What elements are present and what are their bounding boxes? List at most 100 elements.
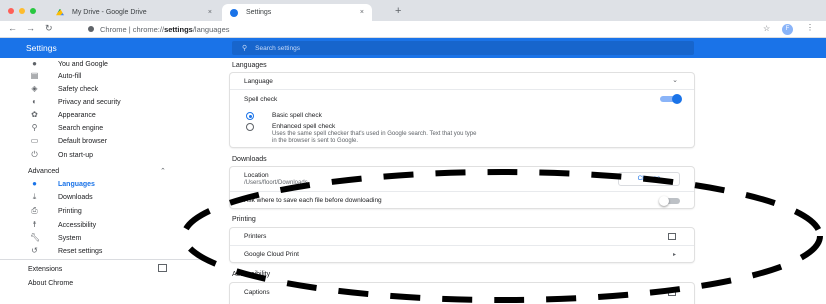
- printer-icon: ⎙: [31, 206, 38, 215]
- url-path: /languages: [192, 24, 230, 34]
- settings-gear-icon: [230, 8, 238, 17]
- external-link-icon[interactable]: [668, 289, 676, 296]
- section-title-accessibility: Accessibility: [232, 271, 271, 278]
- spell-check-label: Spell check: [244, 96, 278, 103]
- section-title-languages: Languages: [232, 62, 267, 69]
- language-row[interactable]: Language ⌄: [230, 73, 694, 89]
- language-label: Language: [244, 78, 273, 85]
- close-tab-icon[interactable]: ×: [208, 9, 212, 16]
- back-arrow-icon[interactable]: ←: [8, 23, 17, 33]
- browser-icon: ▭: [30, 136, 39, 145]
- sidebar-item-languages[interactable]: ● Languages: [0, 178, 200, 190]
- close-tab-icon[interactable]: ×: [360, 9, 364, 16]
- toolbar: ← → ↻ Chrome | chrome://settings/languag…: [0, 21, 826, 38]
- spell-check-row[interactable]: Spell check: [230, 89, 694, 107]
- search-input[interactable]: ⚲ Search settings: [232, 41, 694, 55]
- enhanced-spell-check-radio[interactable]: [246, 123, 254, 131]
- printing-card: Printers Google Cloud Print ▸: [230, 228, 694, 262]
- google-drive-icon: [56, 8, 64, 16]
- captions-label: Captions: [244, 289, 270, 296]
- captions-row[interactable]: Captions: [230, 283, 694, 300]
- ask-where-to-save-row[interactable]: Ask where to save each file before downl…: [230, 191, 694, 208]
- downloads-card: Location /Users/floort/Downloads Change …: [230, 167, 694, 208]
- sidebar-item-label: Default browser: [58, 137, 108, 145]
- url-scheme: Chrome | chrome://: [100, 24, 165, 34]
- minimize-window-icon[interactable]: [19, 8, 25, 14]
- shield-icon: ◈: [31, 84, 38, 93]
- basic-spell-check-label: Basic spell check: [272, 112, 322, 119]
- download-icon: ⤓: [32, 192, 37, 201]
- enhanced-spell-check-label: Enhanced spell check: [272, 123, 336, 130]
- sidebar-item-on-startup[interactable]: ⏻ On start-up: [0, 149, 200, 161]
- forward-arrow-icon[interactable]: →: [26, 23, 35, 33]
- sidebar-item-default-browser[interactable]: ▭ Default browser: [0, 135, 200, 147]
- sidebar-item-you-and-google[interactable]: ● You and Google: [0, 58, 200, 70]
- sidebar-item-label: You and Google: [58, 60, 108, 68]
- location-label: Location: [244, 172, 269, 179]
- profile-avatar[interactable]: F: [782, 24, 793, 35]
- printers-label: Printers: [244, 233, 267, 240]
- sidebar-item-reset-settings[interactable]: ↺ Reset settings: [0, 245, 200, 257]
- new-tab-button[interactable]: +: [395, 5, 401, 17]
- maximize-window-icon[interactable]: [30, 8, 36, 14]
- sidebar-item-search-engine[interactable]: ⚲ Search engine: [0, 122, 200, 134]
- sidebar-item-label: Appearance: [58, 111, 96, 119]
- section-title-downloads: Downloads: [232, 156, 267, 163]
- ask-where-to-save-toggle[interactable]: [659, 196, 680, 206]
- sidebar-item-label: Printing: [58, 207, 82, 215]
- settings-header: Settings ⚲ Search settings: [0, 38, 826, 58]
- clipboard-icon: ▤: [30, 71, 39, 80]
- shield-lock-icon: ◐: [32, 97, 37, 106]
- browser-tab-strip: My Drive - Google Drive × Settings × +: [0, 0, 826, 21]
- change-location-button[interactable]: Change: [618, 172, 680, 186]
- sidebar-item-appearance[interactable]: ✿ Appearance: [0, 109, 200, 121]
- enhanced-spell-check-description: Uses the same spell checker that's used …: [272, 131, 477, 137]
- chevron-up-icon[interactable]: ⌃: [160, 167, 166, 175]
- sidebar-item-about-chrome[interactable]: About Chrome: [28, 280, 73, 287]
- address-bar[interactable]: Chrome | chrome://settings/languages: [88, 23, 230, 35]
- sidebar-item-label: Privacy and security: [58, 98, 121, 106]
- chevron-down-icon[interactable]: ⌄: [672, 76, 678, 84]
- url-host: settings: [164, 24, 193, 34]
- sidebar-item-printing[interactable]: ⎙ Printing: [0, 205, 200, 217]
- basic-spell-check-radio[interactable]: [246, 112, 254, 120]
- spell-check-toggle[interactable]: [660, 94, 682, 104]
- power-icon: ⏻: [31, 150, 38, 159]
- sidebar-item-label: Auto-fill: [58, 72, 82, 80]
- external-link-icon[interactable]: [668, 233, 676, 240]
- search-placeholder: Search settings: [255, 44, 300, 52]
- settings-sidebar: ● You and Google ▤ Auto-fill ◈ Safety ch…: [0, 58, 210, 304]
- reload-icon[interactable]: ↻: [45, 23, 53, 34]
- sidebar-item-label: On start-up: [58, 151, 94, 159]
- tab-google-drive[interactable]: My Drive - Google Drive ×: [48, 4, 220, 21]
- cloud-print-label: Google Cloud Print: [244, 251, 299, 258]
- search-icon: ⚲: [31, 123, 38, 132]
- cloud-print-row[interactable]: Google Cloud Print ▸: [230, 245, 694, 262]
- sidebar-item-label: Search engine: [58, 124, 104, 132]
- download-location-row: Location /Users/floort/Downloads Change: [230, 167, 694, 191]
- chevron-right-icon[interactable]: ▸: [673, 251, 676, 258]
- person-icon: ●: [32, 59, 37, 68]
- sidebar-item-accessibility[interactable]: ☨ Accessibility: [0, 219, 200, 231]
- sidebar-item-safety-check[interactable]: ◈ Safety check: [0, 83, 200, 95]
- sidebar-item-autofill[interactable]: ▤ Auto-fill: [0, 70, 200, 82]
- printers-row[interactable]: Printers: [230, 228, 694, 245]
- accessibility-icon: ☨: [32, 220, 37, 229]
- sidebar-item-system[interactable]: 🔧︎ System: [0, 232, 200, 244]
- sidebar-item-extensions[interactable]: Extensions: [28, 266, 62, 273]
- more-menu-icon[interactable]: ⋮: [806, 23, 814, 32]
- sidebar-item-label: Reset settings: [58, 247, 103, 255]
- reset-icon: ↺: [31, 246, 38, 255]
- chrome-page-icon: [88, 26, 94, 32]
- sidebar-item-downloads[interactable]: ⤓ Downloads: [0, 191, 200, 203]
- close-window-icon[interactable]: [8, 8, 14, 14]
- advanced-toggle[interactable]: Advanced: [28, 168, 59, 175]
- section-title-printing: Printing: [232, 216, 256, 223]
- search-icon: ⚲: [242, 45, 248, 52]
- palette-icon: ✿: [31, 110, 38, 119]
- tab-settings[interactable]: Settings ×: [222, 4, 372, 21]
- bookmark-star-icon[interactable]: ☆: [763, 24, 770, 33]
- external-link-icon[interactable]: [158, 264, 167, 272]
- sidebar-item-privacy[interactable]: ◐ Privacy and security: [0, 96, 200, 108]
- sidebar-item-label: Downloads: [58, 193, 93, 201]
